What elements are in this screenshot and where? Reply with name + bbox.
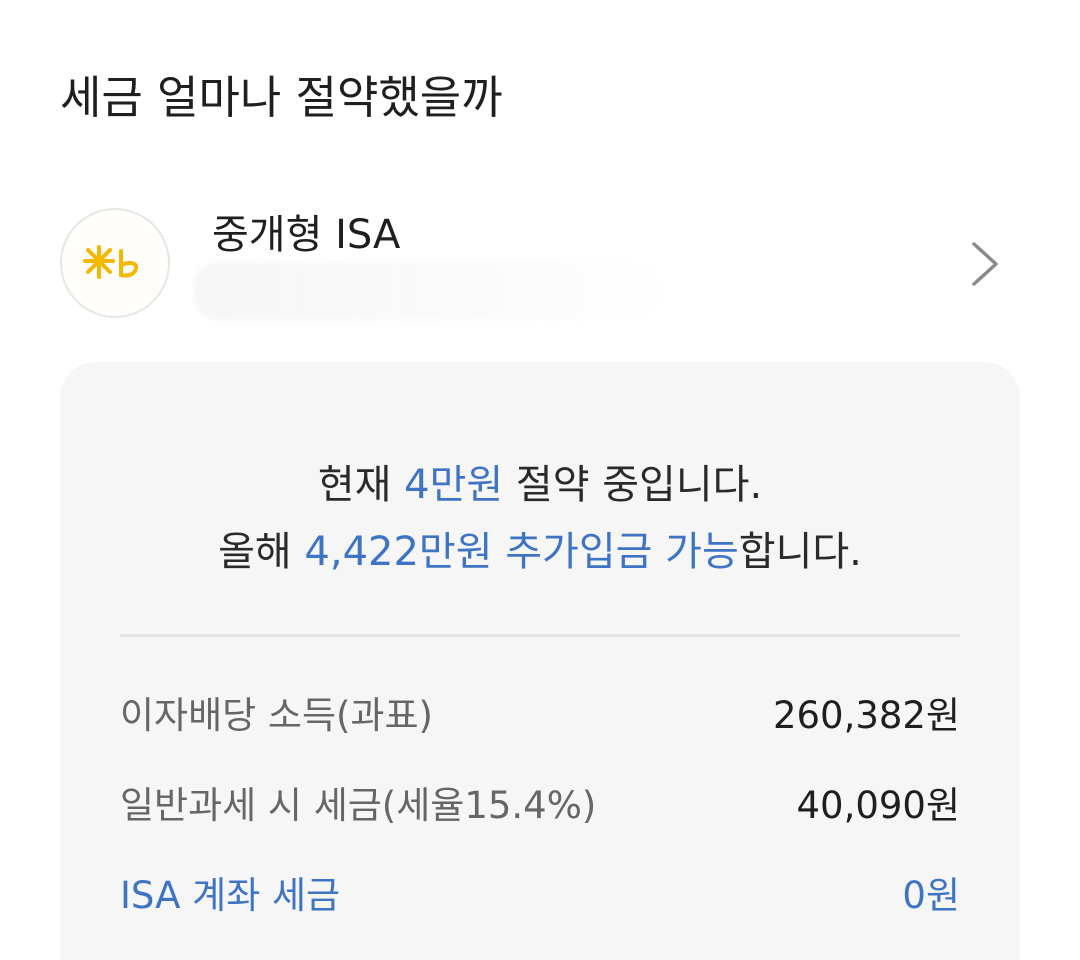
kb-logo-mark — [83, 245, 139, 279]
tax-savings-screen: 세금 얼마나 절약했을까 중개형 ISA 현재 4만원 절약 중입니다. 올해 … — [0, 0, 1080, 960]
account-name: 중개형 ISA — [212, 212, 401, 258]
detail-value: 260,382원 — [772, 694, 960, 737]
detail-row-isa-tax: ISA 계좌 세금 0원 — [120, 868, 960, 924]
savings-amount: 4만원 — [404, 462, 504, 508]
detail-label: 일반과세 시 세금(세율15.4%) — [120, 784, 597, 827]
savings-suffix: 절약 중입니다. — [503, 462, 763, 508]
deposit-prefix: 올해 — [218, 529, 305, 575]
deposit-available-amount: 4,422만원 추가입금 가능 — [304, 529, 739, 575]
kb-bank-logo-icon — [60, 208, 170, 318]
divider — [120, 634, 960, 637]
detail-label: 이자배당 소득(과표) — [120, 694, 433, 737]
deposit-limit-line: 올해 4,422만원 추가입금 가능합니다. — [60, 524, 1020, 580]
tax-summary-card: 현재 4만원 절약 중입니다. 올해 4,422만원 추가입금 가능합니다. 이… — [60, 362, 1020, 960]
detail-row-general-tax: 일반과세 시 세금(세율15.4%) 40,090원 — [120, 778, 960, 834]
detail-value: 0원 — [902, 874, 960, 917]
masked-account-number — [194, 262, 664, 320]
detail-label: ISA 계좌 세금 — [120, 874, 341, 917]
detail-row-dividend-income: 이자배당 소득(과표) 260,382원 — [120, 688, 960, 744]
savings-summary-line: 현재 4만원 절약 중입니다. — [60, 457, 1020, 513]
deposit-suffix: 합니다. — [738, 529, 862, 575]
chevron-right-icon[interactable] — [968, 240, 1002, 288]
account-row[interactable]: 중개형 ISA — [60, 200, 1020, 330]
page-title: 세금 얼마나 절약했을까 — [60, 71, 503, 124]
detail-value: 40,090원 — [796, 784, 960, 827]
savings-prefix: 현재 — [317, 462, 405, 508]
